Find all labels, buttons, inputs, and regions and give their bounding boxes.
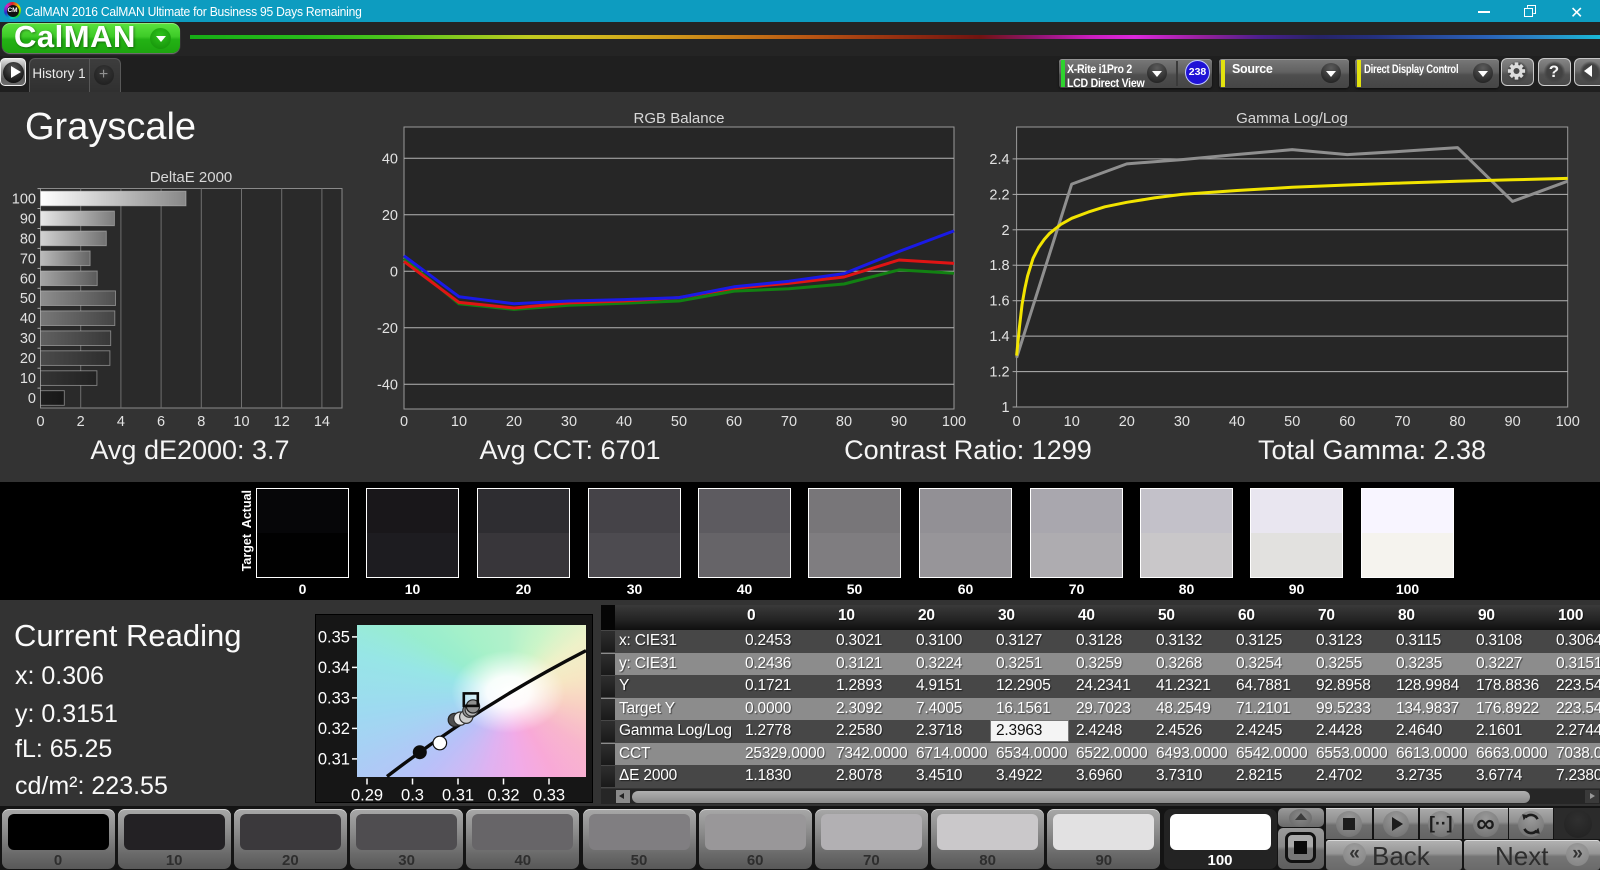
- svg-text:-20: -20: [377, 321, 398, 337]
- svg-text:50: 50: [20, 291, 36, 307]
- svg-text:1: 1: [1002, 400, 1010, 416]
- svg-text:20: 20: [506, 414, 522, 430]
- svg-text:2.4: 2.4: [989, 152, 1009, 168]
- svg-text:10: 10: [20, 371, 36, 387]
- svg-text:30: 30: [561, 414, 577, 430]
- svg-text:-40: -40: [377, 377, 398, 393]
- svg-text:Contrast Ratio: 1299: Contrast Ratio: 1299: [844, 435, 1092, 465]
- svg-text:60: 60: [726, 414, 742, 430]
- svg-text:90: 90: [1505, 414, 1521, 430]
- svg-text:1.6: 1.6: [989, 294, 1009, 310]
- svg-text:70: 70: [781, 414, 797, 430]
- svg-text:Avg CCT: 6701: Avg CCT: 6701: [479, 435, 660, 465]
- svg-text:30: 30: [1174, 414, 1190, 430]
- svg-text:0.33: 0.33: [533, 787, 565, 805]
- svg-text:40: 40: [20, 311, 36, 327]
- svg-text:100: 100: [12, 192, 36, 208]
- svg-text:60: 60: [20, 271, 36, 287]
- svg-text:8: 8: [197, 414, 205, 430]
- svg-text:10: 10: [233, 414, 249, 430]
- svg-text:0.32: 0.32: [487, 787, 519, 805]
- svg-text:Total Gamma: 2.38: Total Gamma: 2.38: [1258, 435, 1486, 465]
- svg-text:0.35: 0.35: [318, 628, 350, 646]
- svg-text:1.4: 1.4: [989, 329, 1009, 345]
- svg-text:80: 80: [836, 414, 852, 430]
- svg-text:50: 50: [671, 414, 687, 430]
- svg-text:0.3: 0.3: [401, 787, 424, 805]
- svg-text:80: 80: [20, 231, 36, 247]
- svg-text:2: 2: [1002, 223, 1010, 239]
- svg-text:0: 0: [1013, 414, 1021, 430]
- svg-text:0.31: 0.31: [442, 787, 474, 805]
- svg-text:10: 10: [451, 414, 467, 430]
- svg-text:30: 30: [20, 331, 36, 347]
- svg-text:Gamma Log/Log: Gamma Log/Log: [1236, 110, 1348, 127]
- svg-text:4: 4: [117, 414, 125, 430]
- svg-text:40: 40: [1229, 414, 1245, 430]
- svg-text:90: 90: [891, 414, 907, 430]
- svg-text:1.8: 1.8: [989, 258, 1009, 274]
- svg-text:14: 14: [314, 414, 330, 430]
- svg-text:100: 100: [942, 414, 966, 430]
- svg-text:20: 20: [20, 351, 36, 367]
- svg-text:20: 20: [382, 208, 398, 224]
- svg-text:80: 80: [1449, 414, 1465, 430]
- svg-text:0: 0: [400, 414, 408, 430]
- svg-text:0.33: 0.33: [318, 689, 350, 707]
- svg-text:0: 0: [36, 414, 44, 430]
- svg-text:90: 90: [20, 211, 36, 227]
- svg-text:0.32: 0.32: [318, 720, 350, 738]
- svg-text:40: 40: [616, 414, 632, 430]
- svg-text:40: 40: [382, 151, 398, 167]
- svg-text:10: 10: [1064, 414, 1080, 430]
- svg-text:0.34: 0.34: [318, 659, 350, 677]
- svg-text:2: 2: [77, 414, 85, 430]
- svg-text:20: 20: [1119, 414, 1135, 430]
- svg-text:0: 0: [390, 264, 398, 280]
- svg-text:Avg dE2000: 3.7: Avg dE2000: 3.7: [90, 435, 289, 465]
- svg-text:6: 6: [157, 414, 165, 430]
- svg-text:50: 50: [1284, 414, 1300, 430]
- svg-text:RGB Balance: RGB Balance: [634, 110, 725, 127]
- svg-text:70: 70: [1394, 414, 1410, 430]
- svg-text:12: 12: [274, 414, 290, 430]
- svg-text:1.2: 1.2: [989, 365, 1009, 381]
- svg-text:60: 60: [1339, 414, 1355, 430]
- svg-text:DeltaE 2000: DeltaE 2000: [150, 169, 233, 186]
- svg-text:100: 100: [1556, 414, 1580, 430]
- svg-text:70: 70: [20, 251, 36, 267]
- svg-text:0.31: 0.31: [318, 750, 350, 768]
- svg-text:0.29: 0.29: [351, 787, 383, 805]
- svg-text:0: 0: [28, 391, 36, 407]
- svg-text:2.2: 2.2: [989, 187, 1009, 203]
